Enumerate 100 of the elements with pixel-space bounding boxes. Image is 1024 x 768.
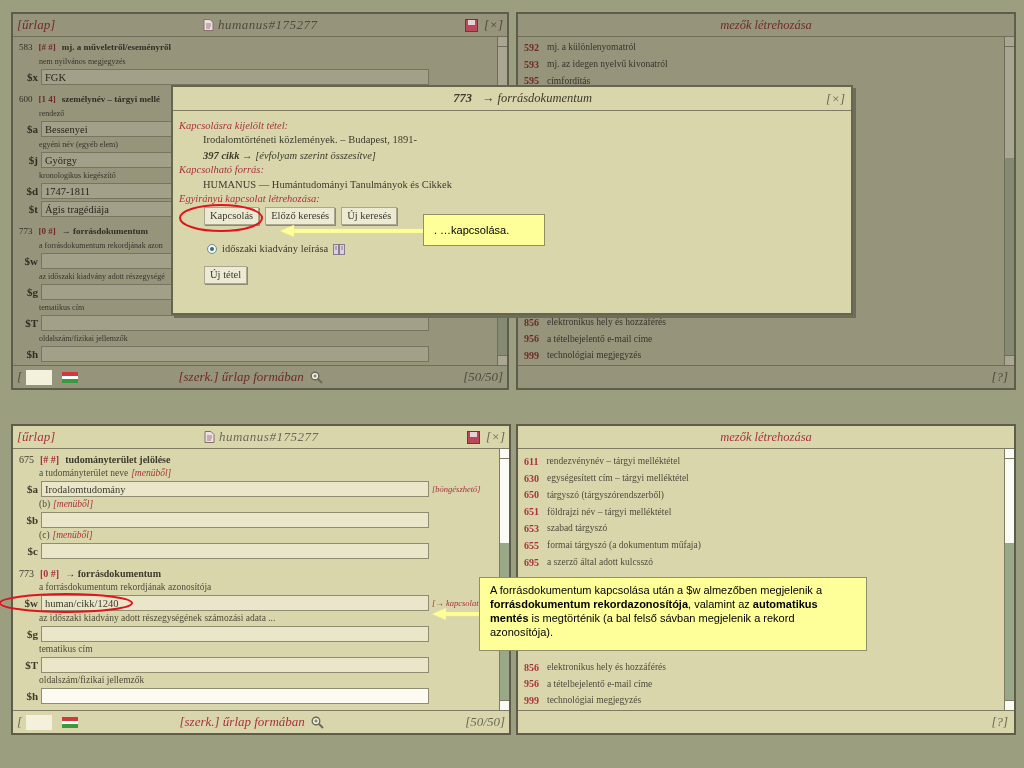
indicators: [1 4] — [38, 92, 56, 106]
field-label: rendezvénynév – tárgyi melléktétel — [546, 455, 680, 469]
tag-name: személynév – tárgyi mellé — [61, 92, 160, 106]
subfield-code: $h — [25, 688, 39, 704]
section-label: Kapcsolható forrás: — [179, 163, 265, 177]
field-label: elektronikus hely és hozzáférés — [547, 660, 666, 674]
hint-text: rendező — [39, 107, 65, 120]
tag-name: tudományterület jelölése — [65, 453, 171, 467]
hint-note: [menüből] — [52, 529, 93, 543]
section-label: Kapcsolásra kijelölt tétel: — [179, 119, 290, 132]
field-code: 651 — [524, 505, 539, 520]
subfield-code: $a — [26, 121, 39, 137]
hint-text: kronologikus kiegészítő — [39, 169, 116, 182]
indicators: [# #] — [40, 453, 60, 467]
subfield-code: $T — [24, 315, 39, 331]
record-text: Irodalomtörténeti közlemények. – Budapest, 1891- — [203, 133, 418, 147]
hint-text: tematikus cím — [39, 301, 85, 314]
hint-text: (b) — [39, 498, 51, 512]
subfield-code: $t — [27, 201, 39, 217]
hint-text: egyéni név (egyéb elem) — [39, 138, 118, 151]
radio-label: időszaki kiadvány leírása — [222, 242, 329, 257]
field-code: 653 — [524, 522, 539, 537]
field-code: 999 — [524, 349, 539, 364]
subfield-code: $g — [26, 626, 39, 642]
tag-name: mj. a műveletről/eseményről — [61, 40, 171, 54]
hint-text: oldalszám/fizikai jellemzők — [39, 674, 145, 688]
record-text: HUMANUS — Humántudományi Tanulmányok és Cikkek — [203, 177, 452, 192]
tag-number: 773 — [19, 224, 33, 238]
tag-name: → forrásdokumentum — [65, 567, 161, 581]
field-label: szabad tárgyszó — [547, 522, 608, 536]
subfield-code: $b — [25, 512, 39, 528]
field-label: a tételbejelentő e-mail címe — [547, 677, 653, 691]
field-code: 856 — [524, 315, 539, 330]
field-code: 695 — [524, 555, 539, 570]
hint-text: a forrásdokumentum rekordjának azon — [39, 239, 163, 252]
bracket-text: [ — [17, 368, 23, 387]
field-label: egységesített cím – tárgyi melléktétel — [547, 472, 689, 486]
field-label: formai tárgyszó (a dokumentum műfaja) — [547, 539, 701, 553]
hint-text: nem nyilvános megjegyzés — [39, 55, 126, 68]
hint-text: a tudományterület neve — [39, 467, 129, 481]
subfield-code: $x — [26, 69, 39, 85]
annotation-tooltip: A forrásdokumentum kapcsolása után a $w almezőben megjelenik a forrásdokumentum rekordazonosítója, valamint az automatikus mentés is megtörténik (a bal felső sávban megjelenik a rekord azonosítója). — [479, 577, 867, 651]
bracket-text: [ — [17, 713, 23, 732]
section-label: Egyirányú kapcsolat létrehozása: — [179, 192, 321, 206]
field-code: 595 — [524, 74, 539, 89]
hint-text: a forrásdokumentum rekordjának azonosítója — [39, 581, 212, 595]
field-code: 630 — [524, 471, 539, 486]
field-code: 856 — [524, 660, 539, 675]
field-label: elektronikus hely és hozzáférés — [547, 315, 666, 329]
field-label: címfordítás — [547, 74, 591, 88]
tag-name: → forrásdokumentum — [61, 224, 148, 238]
field-code: 611 — [524, 454, 539, 469]
subfield-code: $a — [26, 481, 39, 497]
hint-text: oldalszám/fizikai jellemzők — [39, 332, 128, 345]
field-label: a szerző által adott kulcsszó — [547, 556, 654, 570]
tag-number: 675 — [19, 453, 34, 467]
annotation-tooltip: . …kapcsolása. — [423, 214, 545, 246]
hint-text: az időszaki kiadvány adott részegységé — [39, 270, 165, 283]
subfield-code: $w — [23, 595, 39, 611]
hint-note: [menüből] — [131, 467, 172, 481]
subfield-code: $g — [26, 284, 39, 300]
subfield-code: $h — [25, 346, 39, 362]
record-id: humanus#175277 — [218, 428, 319, 447]
field-code: 593 — [524, 57, 539, 72]
panel-title: mezők létrehozása — [720, 428, 812, 446]
field-label: mj. a különlenyomatról — [547, 41, 636, 55]
tag-number: 773 — [19, 567, 34, 581]
field-code: 956 — [524, 677, 539, 692]
indicators: [0 #] — [38, 224, 56, 238]
hint-text: tematikus cím — [39, 643, 93, 657]
subfield-code: $T — [24, 657, 39, 673]
tag-number: 583 — [19, 40, 33, 54]
record-id: humanus#175277 — [217, 16, 318, 35]
field-code: 999 — [524, 694, 539, 709]
record-counter: [50/50] — [463, 368, 503, 387]
hint-text: az időszaki kiadvány adott részegységének számozási adata ... — [39, 612, 276, 626]
field-label: tárgyszó (tárgyszórendszerből) — [547, 488, 665, 502]
record-text: 397 cikk → [évfolyam szerint összesítve] — [203, 148, 376, 163]
tag-number: 773 — [453, 90, 472, 108]
record-counter: [50/50] — [465, 713, 505, 732]
subfield-code: $j — [27, 152, 39, 168]
field-code: 592 — [524, 40, 539, 55]
field-code: 956 — [524, 332, 539, 347]
field-label: mj. az idegen nyelvű kivonatról — [547, 58, 668, 72]
panel-title: mezők létrehozása — [720, 16, 812, 34]
field-label: földrajzi név – tárgyi melléktétel — [547, 505, 672, 519]
hint-note: [menüből] — [53, 498, 94, 512]
subfield-code: $w — [23, 253, 39, 269]
indicators: [# #] — [38, 40, 56, 54]
hint-text: (c) — [39, 529, 50, 543]
subfield-code: $c — [26, 543, 39, 559]
indicators: [0 #] — [40, 567, 60, 581]
field-label: technológiai megjegyzés — [547, 694, 642, 708]
field-label: technológiai megjegyzés — [547, 349, 642, 363]
field-code: 655 — [524, 538, 539, 553]
field-code: 650 — [524, 488, 539, 503]
dialog-title: → forrásdokumentum — [481, 90, 592, 108]
tag-number: 600 — [19, 92, 33, 106]
field-label: a tételbejelentő e-mail címe — [547, 332, 653, 346]
subfield-code: $d — [25, 183, 39, 199]
